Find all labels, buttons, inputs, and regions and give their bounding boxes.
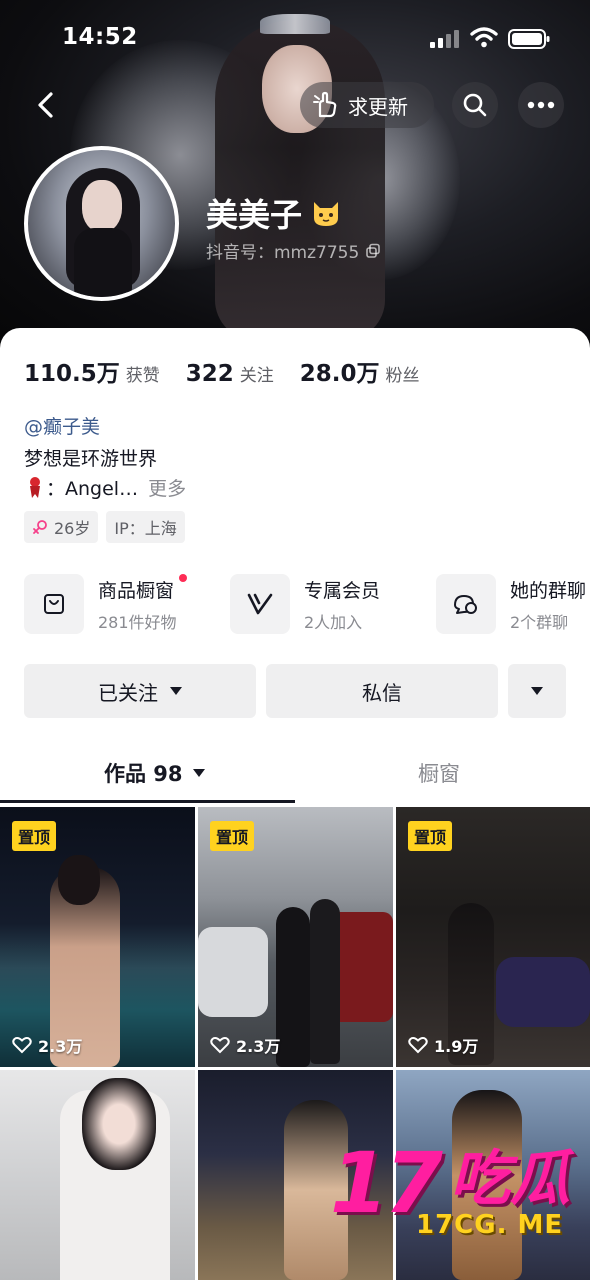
video-thumbnail[interactable] [0, 1070, 195, 1280]
request-update-label: 求更新 [348, 94, 408, 119]
message-button[interactable]: 私信 [266, 664, 498, 718]
dropdown-button[interactable] [508, 664, 566, 718]
entry-shop-subtitle: 281件好物 [98, 612, 177, 632]
video-likes-count: 1.9万 [434, 1037, 479, 1056]
tab-works-label: 作品 98 [104, 762, 183, 786]
likes-label: 获赞 [125, 366, 160, 386]
bio-line-text: ：Angel… [46, 478, 139, 500]
thumbnail-head [82, 1078, 156, 1170]
followers-count[interactable]: 28.0万 [300, 354, 380, 388]
bag-icon [44, 594, 64, 614]
chevron-down-icon [531, 687, 543, 695]
thumbnail-head [58, 855, 100, 905]
profile-stats: 110.5万 获赞 322 关注 28.0万 粉丝 [24, 354, 446, 388]
entry-membership[interactable]: 专属会员 2人加入 [230, 572, 380, 636]
more-dots-icon [527, 101, 555, 109]
entry-shop-icon-box [24, 574, 84, 634]
signal-icon [430, 30, 459, 48]
bio-more-link[interactable]: 更多 [148, 474, 186, 501]
search-button[interactable] [452, 82, 498, 128]
video-likes: 2.3万 [210, 1033, 280, 1057]
watermark-logo: 17 吃瓜 17CG. ME [330, 1138, 580, 1250]
nickname-text: 美美子 [206, 196, 303, 234]
entry-shop-title: 商品橱窗 [98, 579, 175, 602]
status-time: 14:52 [62, 24, 138, 50]
followers-label: 粉丝 [385, 366, 420, 386]
v-icon [247, 593, 273, 615]
request-update-button[interactable]: 求更新 [300, 82, 434, 128]
ip-text: IP：上海 [114, 519, 177, 538]
entry-group-title: 她的群聊 [510, 579, 587, 602]
feature-entries: 商品橱窗 281件好物 专属会员 2人加入 她的群聊 2个群聊 [24, 572, 590, 636]
likes-count[interactable]: 110.5万 [24, 354, 120, 388]
entry-group-subtitle: 2个群聊 [510, 612, 569, 632]
profile-actions: 已关注 私信 [24, 664, 566, 718]
chat-icon [454, 595, 477, 614]
watermark-url: 17CG. ME [416, 1210, 564, 1240]
nickname: 美美子 [206, 190, 342, 236]
age-tag: 26岁 [24, 511, 99, 543]
entry-membership-icon-box [230, 574, 290, 634]
thumbnail-figure [276, 907, 310, 1067]
chevron-down-icon [192, 769, 205, 777]
red-scarf-emoji-icon [30, 476, 40, 498]
ip-tag: IP：上海 [106, 511, 185, 543]
video-likes-count: 2.3万 [236, 1037, 281, 1056]
entry-shop-window[interactable]: 商品橱窗 281件好物 [24, 572, 187, 636]
age-text: 26岁 [54, 519, 91, 538]
watermark-chinese: 吃瓜 [450, 1144, 570, 1214]
wifi-icon [470, 27, 498, 48]
pinned-badge: 置顶 [210, 821, 255, 851]
followed-button[interactable]: 已关注 [24, 664, 256, 718]
notification-dot [178, 573, 187, 582]
entry-membership-subtitle: 2人加入 [304, 612, 363, 632]
avatar-face [82, 180, 122, 232]
avatar-body [74, 228, 132, 297]
status-bar: 14:52 [0, 22, 590, 58]
mention-link[interactable]: @癫子美 [24, 412, 100, 439]
copy-icon[interactable] [365, 243, 381, 259]
female-icon [33, 520, 47, 534]
video-likes-count: 2.3万 [38, 1037, 83, 1056]
thumbnail-figure [310, 899, 340, 1064]
back-icon[interactable] [30, 88, 64, 122]
video-thumbnail[interactable]: 置顶 1.9万 [396, 807, 590, 1067]
video-likes: 2.3万 [12, 1033, 82, 1057]
pinned-badge: 置顶 [12, 821, 57, 851]
douyin-id: 抖音号：mmz7755 [206, 238, 381, 263]
tab-showcase-label: 橱窗 [418, 762, 460, 786]
message-label: 私信 [362, 680, 402, 705]
chevron-down-icon [170, 687, 182, 695]
more-button[interactable] [518, 82, 564, 128]
tab-indicator [0, 800, 295, 803]
content-tabs: 作品 98 橱窗 [0, 748, 590, 806]
followed-label: 已关注 [98, 680, 158, 705]
thumbnail-car-white [198, 927, 268, 1017]
profile-tags: 26岁 IP：上海 [24, 511, 185, 543]
tab-showcase[interactable]: 橱窗 [418, 758, 460, 788]
thumbnail-sofa [496, 957, 590, 1027]
search-icon [463, 93, 487, 117]
heart-icon [12, 1037, 32, 1054]
hand-point-icon [313, 91, 337, 118]
entry-group-icon-box [436, 574, 496, 634]
video-likes: 1.9万 [408, 1033, 478, 1057]
cat-emoji-icon [314, 202, 339, 226]
douyin-id-text: 抖音号：mmz7755 [206, 243, 360, 263]
video-thumbnail[interactable]: 置顶 2.3万 [0, 807, 195, 1067]
bio-motto: 梦想是环游世界 [24, 448, 158, 470]
tab-works[interactable]: 作品 98 [104, 758, 205, 788]
entry-membership-title: 专属会员 [304, 579, 381, 602]
following-count[interactable]: 322 [186, 361, 234, 387]
heart-icon [408, 1037, 428, 1054]
avatar[interactable] [24, 146, 179, 301]
battery-icon [508, 29, 550, 49]
video-thumbnail[interactable]: 置顶 2.3万 [198, 807, 393, 1067]
heart-icon [210, 1037, 230, 1054]
following-label: 关注 [239, 366, 274, 386]
bio-line: ：Angel… 更多 [24, 474, 186, 501]
entry-group-chat[interactable]: 她的群聊 2个群聊 [436, 572, 586, 636]
pinned-badge: 置顶 [408, 821, 453, 851]
